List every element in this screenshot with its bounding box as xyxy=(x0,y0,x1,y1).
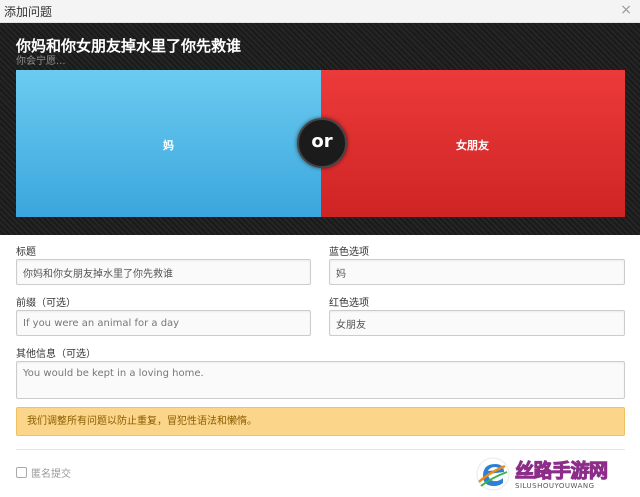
prefix-field-label: 前缀（可选） xyxy=(16,298,76,309)
title-field-label: 标题 xyxy=(16,247,36,258)
question-preview: 你妈和你女朋友掉水里了你先救谁 你会宁愿... 妈 女朋友 or xyxy=(0,23,640,235)
or-badge: or xyxy=(297,118,347,168)
logo-e-icon xyxy=(476,457,510,491)
preview-red-option: 女朋友 xyxy=(321,70,625,217)
red-option-label: 红色选项 xyxy=(329,298,369,309)
anonymous-checkbox[interactable]: 匿名提交 xyxy=(16,465,71,480)
extra-info-textarea[interactable] xyxy=(16,361,625,399)
dialog-titlebar: 添加问题 × xyxy=(0,0,640,23)
watermark-sub: SILUSHOUYOUWANG xyxy=(515,482,595,490)
checkbox-box[interactable] xyxy=(16,467,27,478)
watermark-brand: 丝路手游网 xyxy=(515,460,609,483)
preview-blue-label: 妈 xyxy=(163,139,174,152)
prefix-input[interactable] xyxy=(16,310,311,336)
preview-blue-option: 妈 xyxy=(16,70,321,217)
extra-info-label: 其他信息（可选） xyxy=(16,349,96,360)
watermark-logo: 丝路手游网 SILUSHOUYOUWANG xyxy=(473,453,640,497)
dialog-title: 添加问题 xyxy=(4,5,53,19)
blue-option-label: 蓝色选项 xyxy=(329,247,369,258)
close-icon[interactable]: × xyxy=(620,2,632,18)
notice-banner: 我们调整所有问题以防止重复，冒犯性语法和懒惰。 xyxy=(16,407,625,436)
preview-red-label: 女朋友 xyxy=(456,139,489,152)
blue-option-input[interactable] xyxy=(329,259,625,285)
title-input[interactable] xyxy=(16,259,311,285)
divider xyxy=(16,449,625,450)
red-option-input[interactable] xyxy=(329,310,625,336)
preview-prefix: 你会宁愿... xyxy=(16,56,66,67)
anonymous-label: 匿名提交 xyxy=(31,469,71,480)
